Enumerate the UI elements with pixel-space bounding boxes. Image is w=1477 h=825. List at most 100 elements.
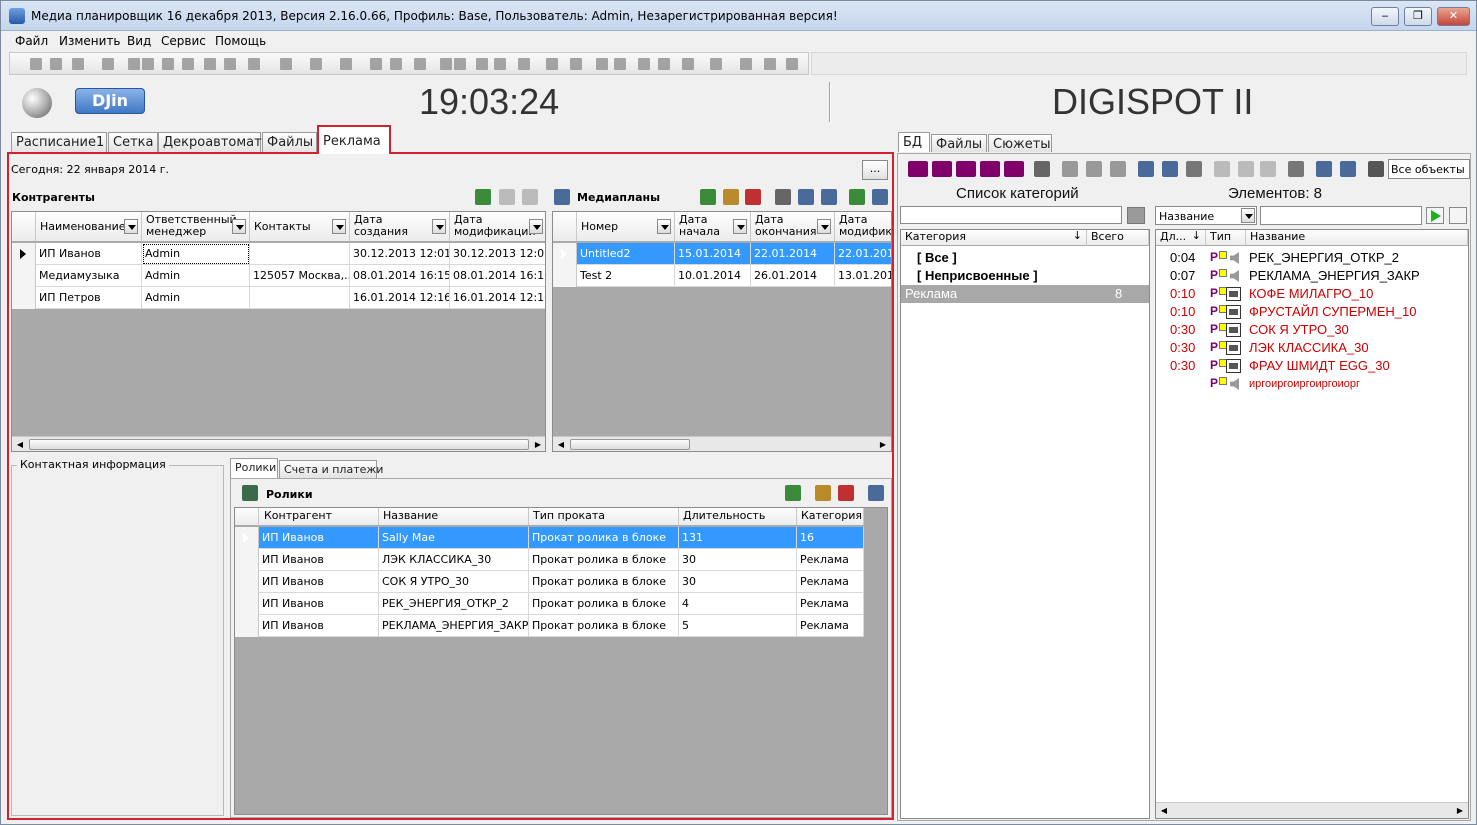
element-search-input[interactable] xyxy=(1260,206,1422,225)
col-contacts[interactable]: Контакты xyxy=(250,212,350,242)
toolbar-tool-20-icon[interactable] xyxy=(476,58,488,70)
edit-mediaplan-icon[interactable] xyxy=(723,189,739,205)
col-name[interactable]: Наименование xyxy=(36,212,142,242)
tab-clips[interactable]: Ролики xyxy=(230,458,278,478)
toolbar-tool-21-icon[interactable] xyxy=(494,58,506,70)
toolbar-tool-8-icon[interactable] xyxy=(182,58,194,70)
font-a-icon[interactable] xyxy=(1062,161,1078,177)
table-row[interactable]: ИП Иванов ЛЭК КЛАССИКА_30 Прокат ролика в … xyxy=(235,549,864,571)
tab-grid[interactable]: Сетка xyxy=(108,132,158,152)
book-icon[interactable] xyxy=(1034,161,1050,177)
col-category[interactable]: Категория xyxy=(797,508,864,526)
table-row[interactable]: ИП Иванов Admin 30.12.2013 12:01 30.12.2013… xyxy=(12,243,545,265)
add-contractor-icon[interactable] xyxy=(475,189,491,205)
col-title[interactable]: Название xyxy=(379,508,529,526)
toolbar-tool-33-icon[interactable] xyxy=(786,58,798,70)
toolbar-tool-24-icon[interactable] xyxy=(570,58,582,70)
table-row[interactable]: Медиамузыка Admin 125057 Москва,... 08.01.2… xyxy=(12,265,545,287)
scroll-left-icon[interactable]: ◀ xyxy=(12,437,28,451)
col-created[interactable]: Дата создания xyxy=(350,212,450,242)
menu-view[interactable]: Вид xyxy=(127,34,151,48)
table-row[interactable]: ИП Петров Admin 16.01.2014 12:16 16.01.2014… xyxy=(12,287,545,309)
delete-contractor-icon[interactable] xyxy=(522,189,538,205)
category-item[interactable]: [ Все ] xyxy=(901,249,1149,267)
document-icon[interactable] xyxy=(775,189,791,205)
sort-field-select[interactable]: Название xyxy=(1155,206,1257,225)
toolbar-tool-19-icon[interactable] xyxy=(454,58,466,70)
toolbar-tool-18-icon[interactable] xyxy=(440,58,452,70)
toolbar-tool-32-icon[interactable] xyxy=(764,58,776,70)
tab-stories[interactable]: Сюжеты xyxy=(988,134,1052,152)
element-item[interactable]: 0:10 P КОФЕ МИЛАГРО_10 xyxy=(1156,285,1468,303)
element-item[interactable]: 0:07 P РЕКЛАМА_ЭНЕРГИЯ_ЗАКР xyxy=(1156,267,1468,285)
col-rental-type[interactable]: Тип проката xyxy=(529,508,679,526)
col-manager[interactable]: Ответственный менеджер xyxy=(142,212,250,242)
tab-db[interactable]: БД xyxy=(898,132,930,152)
table-row[interactable]: ИП Иванов Sally Mae Прокат ролика в блоке 1… xyxy=(235,527,864,549)
toolbar-tool-17-icon[interactable] xyxy=(414,58,426,70)
col-end-date[interactable]: Дата окончания xyxy=(751,212,835,242)
col-total[interactable]: Всего xyxy=(1087,230,1149,246)
toolbar-tool-29-icon[interactable] xyxy=(682,58,694,70)
import-icon[interactable] xyxy=(821,189,837,205)
add-mediaplan-icon[interactable] xyxy=(700,189,716,205)
edit-clip-icon[interactable] xyxy=(815,485,831,501)
refresh-icon[interactable] xyxy=(1340,161,1356,177)
col-contractor[interactable]: Контрагент xyxy=(259,508,379,526)
toolbar-tool-9-icon[interactable] xyxy=(204,58,216,70)
font-a3-icon[interactable] xyxy=(1110,161,1126,177)
category-search-button[interactable] xyxy=(1127,207,1145,224)
toolbar-tool-28-icon[interactable] xyxy=(658,58,670,70)
element-item[interactable]: 0:30 P ФРАУ ШМИДТ EGG_30 xyxy=(1156,357,1468,375)
category-search-input[interactable] xyxy=(900,206,1122,224)
export-icon[interactable] xyxy=(849,189,865,205)
close-button[interactable]: ✕ xyxy=(1437,7,1470,26)
toolbar-tool-13-icon[interactable] xyxy=(310,58,322,70)
toolbar-tool-6-icon[interactable] xyxy=(142,58,154,70)
tab-decroautomat[interactable]: Декроавтомат xyxy=(158,132,262,152)
toolbar-tool-27-icon[interactable] xyxy=(638,58,650,70)
toolbar-tool-16-icon[interactable] xyxy=(390,58,402,70)
maximize-button[interactable]: ❐ xyxy=(1404,7,1432,26)
menu-edit[interactable]: Изменить xyxy=(59,34,121,48)
toolbar-tool-2-icon[interactable] xyxy=(50,58,62,70)
table-row[interactable]: ИП Иванов СОК Я УТРО_30 Прокат ролика в бл… xyxy=(235,571,864,593)
tab-schedule[interactable]: Расписание1 xyxy=(11,132,107,152)
table-row[interactable]: ИП Иванов РЕК_ЭНЕРГИЯ_ОТКР_2 Прокат ролика… xyxy=(235,593,864,615)
delete-mediaplan-icon[interactable] xyxy=(745,189,761,205)
p2-filter-icon[interactable] xyxy=(980,161,1000,177)
minimize-button[interactable]: ‒ xyxy=(1371,7,1399,26)
toolbar-tool-11-icon[interactable] xyxy=(248,58,260,70)
search-icon[interactable] xyxy=(1316,161,1332,177)
element-item[interactable]: 0:30 P ЛЭК КЛАССИКА_30 xyxy=(1156,339,1468,357)
horizontal-scrollbar[interactable]: ◀ ▶ xyxy=(1156,802,1468,818)
copy-icon[interactable] xyxy=(1214,161,1230,177)
category-item[interactable]: [ Неприсвоенные ] xyxy=(901,267,1149,285)
tab-right-files[interactable]: Файлы xyxy=(931,134,987,152)
filter-dropdown-icon[interactable] xyxy=(733,219,747,234)
n-filter-icon[interactable] xyxy=(1004,161,1024,177)
scroll-left-icon[interactable]: ◀ xyxy=(1156,803,1172,818)
col-type[interactable]: Тип xyxy=(1206,230,1246,246)
d-filter-icon[interactable] xyxy=(932,161,952,177)
toolbar-tool-31-icon[interactable] xyxy=(740,58,752,70)
menu-file[interactable]: Файл xyxy=(15,34,48,48)
grid-icon[interactable] xyxy=(1368,161,1384,177)
horizontal-scrollbar[interactable]: ◀ ▶ xyxy=(12,436,545,451)
toolbar-tool-30-icon[interactable] xyxy=(710,58,722,70)
col-modified[interactable]: Дата модификации xyxy=(450,212,545,242)
toolbar-tool-25-icon[interactable] xyxy=(596,58,608,70)
object-filter-select[interactable]: Все объекты xyxy=(1388,159,1470,179)
m-filter-icon[interactable] xyxy=(956,161,976,177)
toolbar-tool-1-icon[interactable] xyxy=(30,58,42,70)
toolbar-tool-26-icon[interactable] xyxy=(614,58,626,70)
toolbar-tool-15-icon[interactable] xyxy=(370,58,382,70)
toolbar-tool-7-icon[interactable] xyxy=(162,58,174,70)
edit-contractor-icon[interactable] xyxy=(499,189,515,205)
delete-icon[interactable] xyxy=(1260,161,1276,177)
col-duration[interactable]: Длительность xyxy=(679,508,797,526)
p-filter-icon[interactable] xyxy=(908,161,928,177)
scroll-right-icon[interactable]: ▶ xyxy=(1452,803,1468,818)
toolbar-tool-23-icon[interactable] xyxy=(546,58,558,70)
scroll-right-icon[interactable]: ▶ xyxy=(875,437,891,451)
